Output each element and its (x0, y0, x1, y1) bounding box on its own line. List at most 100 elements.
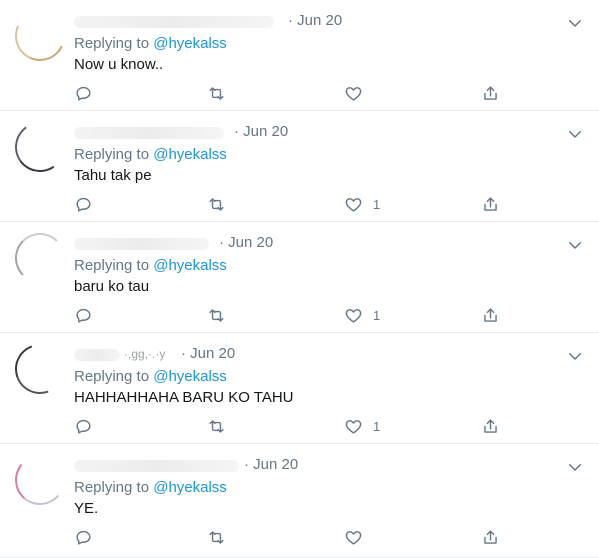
reply-button[interactable] (74, 415, 93, 437)
retweet-button[interactable] (207, 526, 226, 548)
share-button[interactable] (481, 415, 500, 437)
tweet-header: · Jun 20 (74, 12, 534, 32)
share-icon (484, 196, 497, 211)
share-button[interactable] (481, 304, 500, 326)
retweet-icon (209, 86, 224, 100)
tweet-header: · Jun 20 (74, 123, 534, 143)
tweet-actions: 1 (74, 415, 514, 437)
replying-label: Replying to (74, 479, 154, 496)
redacted-name (74, 127, 224, 139)
retweet-button[interactable] (207, 82, 226, 104)
mention-link[interactable]: @hyekalss (153, 35, 227, 52)
heart-icon (345, 419, 362, 434)
heart-icon (345, 197, 362, 212)
tweet[interactable]: ·,ɡɡ,·.·y · Jun 20 Replying to @hyekalss… (0, 333, 599, 444)
heart-icon (345, 86, 362, 101)
like-button[interactable]: 1 (344, 415, 380, 437)
tweet[interactable]: · Jun 20 Replying to @hyekalss Tahu tak … (0, 111, 599, 222)
tweet-header: ·,ɡɡ,·.·y · Jun 20 (74, 345, 534, 365)
reply-button[interactable] (74, 193, 93, 215)
share-button[interactable] (481, 193, 500, 215)
chevron-down-icon[interactable] (566, 458, 584, 476)
tweet-date[interactable]: · Jun 20 (234, 123, 288, 140)
reply-feed: · Jun 20 Replying to @hyekalss Now u kno… (0, 0, 599, 558)
tweet-text: HAHHAHHAHA BARU KO TAHU (74, 389, 294, 406)
tweet-text: baru ko tau (74, 278, 150, 295)
share-icon (484, 85, 497, 100)
reply-icon (76, 197, 91, 212)
retweet-icon (209, 197, 224, 211)
retweet-icon (209, 530, 224, 544)
heart-icon (345, 530, 362, 545)
chevron-down-icon[interactable] (566, 236, 584, 254)
share-icon (484, 418, 497, 433)
like-count: 1 (373, 307, 381, 323)
reply-button[interactable] (74, 82, 93, 104)
mention-link[interactable]: @hyekalss (153, 257, 227, 274)
avatar[interactable] (15, 455, 65, 505)
redacted-name (74, 460, 239, 472)
replying-to: Replying to @hyekalss (74, 257, 227, 274)
like-button[interactable] (344, 526, 373, 548)
share-button[interactable] (481, 82, 500, 104)
retweet-icon (209, 308, 224, 322)
reply-icon (76, 86, 91, 101)
tweet-header: · Jun 20 (74, 234, 534, 254)
like-button[interactable] (344, 82, 373, 104)
heart-icon (345, 308, 362, 323)
replying-to: Replying to @hyekalss (74, 146, 227, 163)
replying-to: Replying to @hyekalss (74, 35, 227, 52)
mention-link[interactable]: @hyekalss (153, 368, 227, 385)
tweet-text: Tahu tak pe (74, 167, 152, 184)
redacted-name (74, 349, 120, 361)
mention-link[interactable]: @hyekalss (153, 479, 227, 496)
tweet-date[interactable]: · Jun 20 (288, 12, 342, 29)
tweet-date[interactable]: · Jun 20 (181, 345, 235, 362)
reply-icon (76, 530, 91, 545)
retweet-icon (209, 419, 224, 433)
avatar[interactable] (15, 11, 65, 61)
tweet[interactable]: · Jun 20 Replying to @hyekalss Now u kno… (0, 0, 599, 111)
mention-link[interactable]: @hyekalss (153, 146, 227, 163)
like-count: 1 (373, 196, 381, 212)
retweet-button[interactable] (207, 415, 226, 437)
redacted-name (74, 238, 209, 250)
retweet-button[interactable] (207, 304, 226, 326)
like-count: 1 (373, 418, 381, 434)
replying-to: Replying to @hyekalss (74, 479, 227, 496)
tweet-text: YE. (74, 500, 99, 517)
share-icon (484, 529, 497, 544)
avatar[interactable] (15, 122, 65, 172)
retweet-button[interactable] (207, 193, 226, 215)
share-icon (484, 307, 497, 322)
replying-label: Replying to (74, 35, 154, 52)
handle-fragment: ·,ɡɡ,·.·y (124, 347, 166, 361)
tweet-actions: 1 (74, 193, 514, 215)
replying-label: Replying to (74, 257, 154, 274)
tweet-actions (74, 82, 514, 104)
like-button[interactable]: 1 (344, 304, 380, 326)
share-button[interactable] (481, 526, 500, 548)
tweet-date[interactable]: · Jun 20 (244, 456, 298, 473)
avatar[interactable] (15, 233, 65, 283)
reply-icon (76, 419, 91, 434)
tweet-actions: 1 (74, 304, 514, 326)
replying-to: Replying to @hyekalss (74, 368, 227, 385)
redacted-name (74, 16, 274, 28)
tweet-header: · Jun 20 (74, 456, 534, 476)
reply-icon (76, 308, 91, 323)
tweet-text: Now u know.. (74, 56, 164, 73)
tweet-actions (74, 526, 514, 548)
tweet-date[interactable]: · Jun 20 (219, 234, 273, 251)
chevron-down-icon[interactable] (566, 125, 584, 143)
reply-button[interactable] (74, 304, 93, 326)
like-button[interactable]: 1 (344, 193, 380, 215)
replying-label: Replying to (74, 146, 154, 163)
chevron-down-icon[interactable] (566, 14, 584, 32)
chevron-down-icon[interactable] (566, 347, 584, 365)
replying-label: Replying to (74, 368, 154, 385)
avatar[interactable] (15, 344, 65, 394)
reply-button[interactable] (74, 526, 93, 548)
tweet[interactable]: · Jun 20 Replying to @hyekalss YE. (0, 444, 599, 558)
tweet[interactable]: · Jun 20 Replying to @hyekalss baru ko t… (0, 222, 599, 333)
